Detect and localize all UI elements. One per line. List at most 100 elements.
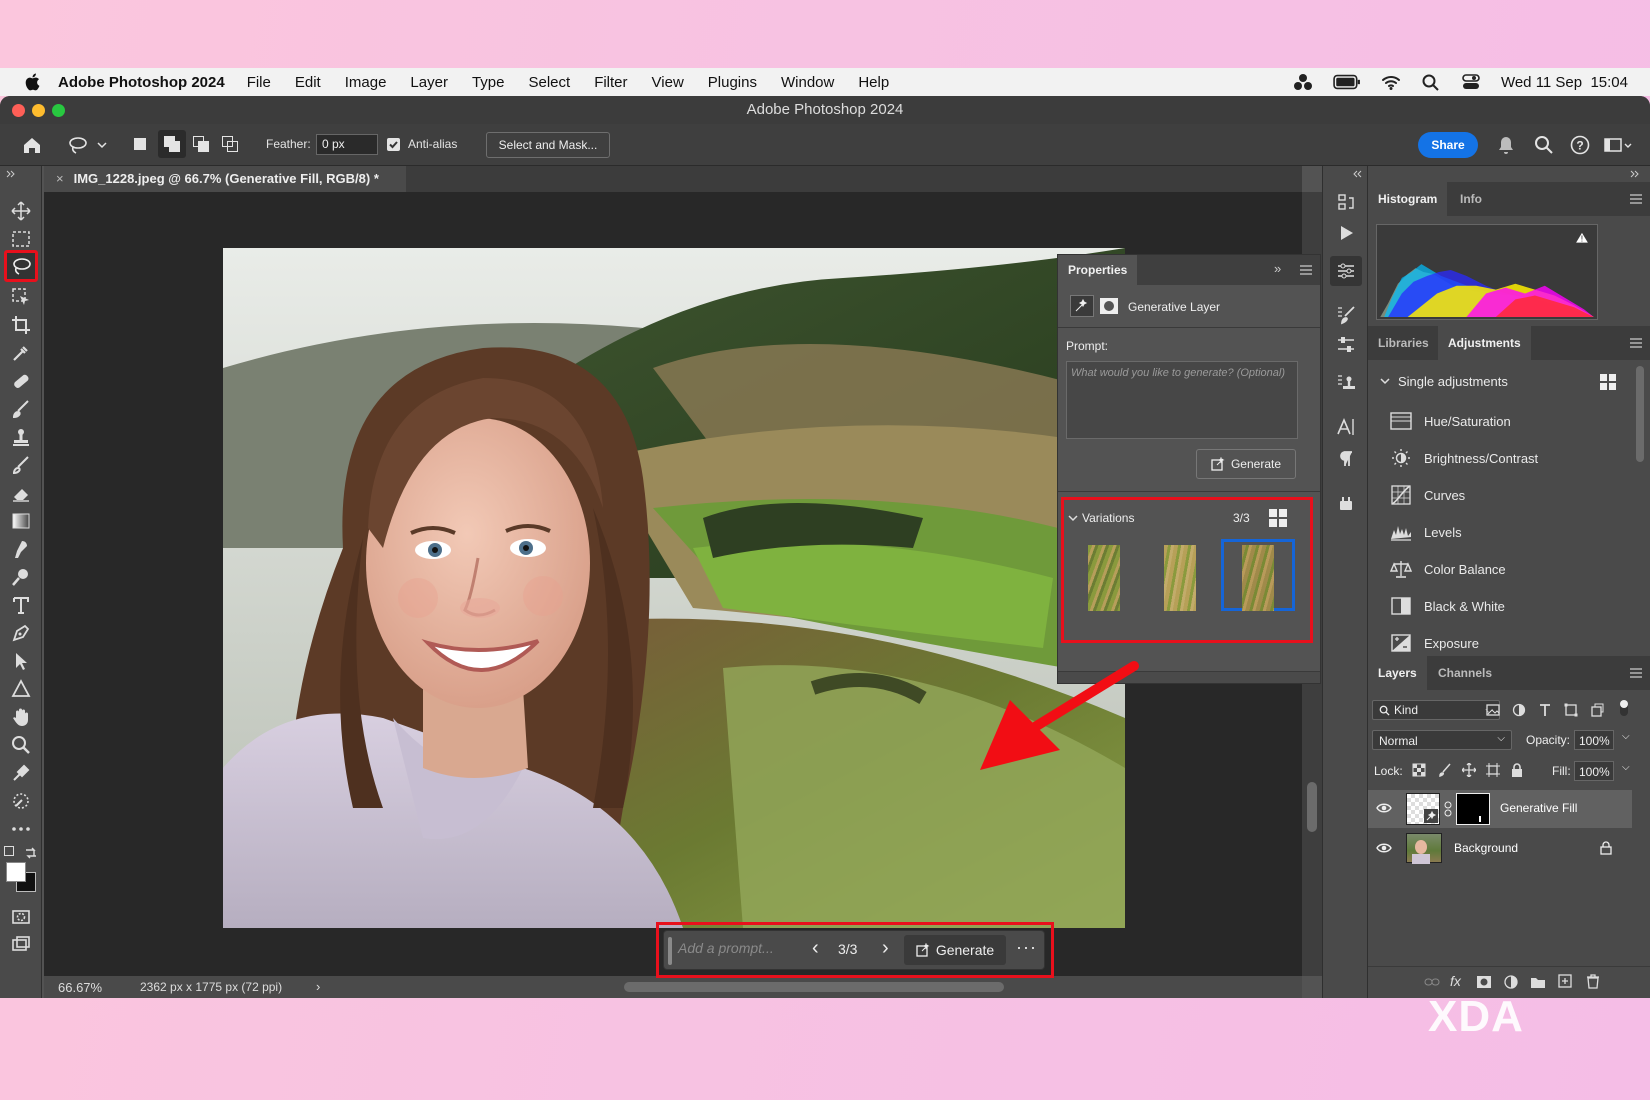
chevron-down-icon[interactable] — [96, 135, 108, 155]
tab-adjustments[interactable]: Adjustments — [1438, 326, 1531, 360]
new-layer-icon[interactable] — [1558, 974, 1572, 988]
collapse-chevron-icon[interactable] — [6, 170, 16, 178]
menu-image[interactable]: Image — [345, 74, 387, 91]
fill-chevron-icon[interactable]: ⌵ — [1622, 762, 1630, 773]
workspace-icon[interactable] — [1604, 135, 1632, 155]
menu-edit[interactable]: Edit — [295, 74, 321, 91]
move-tool[interactable] — [10, 200, 32, 222]
anti-alias-checkbox[interactable] — [387, 138, 400, 151]
document-tab[interactable]: × IMG_1228.jpeg @ 66.7% (Generative Fill,… — [44, 166, 406, 192]
more-options-icon[interactable]: ··· — [1016, 937, 1037, 958]
lock-image-pixels-icon[interactable] — [1438, 763, 1452, 777]
paragraph-panel-icon[interactable] — [1335, 448, 1357, 470]
tab-channels[interactable]: Channels — [1428, 656, 1502, 690]
grid-view-icon[interactable] — [1600, 374, 1616, 390]
lock-all-icon[interactable] — [1510, 763, 1524, 777]
help-icon[interactable]: ? — [1570, 135, 1590, 155]
new-selection-mode-icon[interactable] — [134, 138, 146, 150]
menu-help[interactable]: Help — [858, 74, 889, 91]
panel-menu-icon[interactable] — [1630, 668, 1642, 678]
adjustment-color-balance[interactable]: Color Balance — [1390, 554, 1506, 584]
properties-generate-button[interactable]: Generate — [1196, 449, 1296, 479]
control-center-icon[interactable] — [1461, 73, 1481, 91]
menu-layer[interactable]: Layer — [410, 74, 448, 91]
variation-thumbnail-1[interactable] — [1088, 545, 1120, 611]
layer-name[interactable]: Background — [1454, 841, 1518, 855]
close-window-button[interactable] — [12, 104, 25, 117]
variation-thumbnail-2[interactable] — [1164, 545, 1196, 611]
path-selection-tool[interactable] — [10, 650, 32, 672]
clone-source-icon[interactable] — [1335, 372, 1357, 394]
zoom-tool[interactable] — [10, 734, 32, 756]
clone-stamp-tool[interactable] — [10, 426, 32, 448]
zoom-level[interactable]: 66.67% — [58, 980, 102, 995]
lock-icon[interactable] — [1600, 841, 1612, 855]
blend-mode-select[interactable]: Normal ⌵ — [1372, 730, 1512, 750]
grid-view-icon[interactable] — [1269, 509, 1287, 527]
actions-play-icon[interactable] — [1335, 222, 1357, 244]
tab-histogram[interactable]: Histogram — [1368, 182, 1448, 216]
menubar-app-name[interactable]: Adobe Photoshop 2024 — [58, 74, 225, 91]
filter-shape-icon[interactable] — [1564, 703, 1578, 717]
filter-pixel-icon[interactable] — [1486, 703, 1500, 717]
menubar-datetime[interactable]: Wed 11 Sep 15:04 — [1501, 74, 1628, 91]
bell-icon[interactable] — [1496, 135, 1516, 155]
spotlight-search-icon[interactable] — [1421, 73, 1441, 91]
pen-tool[interactable] — [10, 622, 32, 644]
filter-toggle[interactable] — [1620, 700, 1628, 716]
chevron-down-icon[interactable] — [1068, 513, 1078, 523]
foreground-color-swatch[interactable] — [6, 862, 26, 882]
intersect-selection-mode-icon[interactable] — [222, 136, 238, 152]
object-selection-tool[interactable] — [10, 286, 32, 308]
menu-type[interactable]: Type — [472, 74, 505, 91]
layer-row-background[interactable]: Background — [1368, 830, 1632, 868]
status-chevron-icon[interactable]: › — [316, 979, 320, 994]
add-mask-icon[interactable] — [1476, 975, 1492, 989]
lock-artboard-icon[interactable] — [1486, 763, 1500, 777]
taskbar-drag-handle[interactable] — [668, 937, 672, 965]
healing-brush-tool[interactable] — [10, 370, 32, 392]
collapse-panels-icon[interactable] — [1630, 170, 1640, 178]
fill-input[interactable]: 100% — [1574, 761, 1614, 781]
layer-row-generative-fill[interactable]: Generative Fill — [1368, 790, 1632, 828]
opacity-input[interactable]: 100% — [1574, 730, 1614, 750]
apple-icon[interactable] — [22, 71, 44, 93]
panel-menu-icon[interactable] — [1630, 338, 1642, 348]
character-panel-icon[interactable] — [1335, 416, 1357, 438]
select-and-mask-button[interactable]: Select and Mask... — [486, 132, 610, 158]
eyedropper-tool[interactable] — [10, 342, 32, 364]
wifi-icon[interactable] — [1381, 73, 1401, 91]
single-adjustments-header[interactable]: Single adjustments — [1380, 370, 1620, 392]
next-variation-icon[interactable]: › — [882, 937, 889, 960]
link-layers-icon[interactable] — [1424, 977, 1440, 987]
menu-window[interactable]: Window — [781, 74, 834, 91]
more-tools-icon[interactable] — [10, 818, 32, 840]
layer-name[interactable]: Generative Fill — [1500, 801, 1577, 815]
subtract-selection-mode-icon[interactable] — [193, 136, 209, 152]
quick-mask-icon[interactable] — [10, 906, 32, 928]
adjustment-hue-saturation[interactable]: Hue/Saturation — [1390, 406, 1511, 436]
gradient-tool[interactable] — [10, 510, 32, 532]
remove-tool[interactable] — [10, 790, 32, 812]
filter-type-icon[interactable] — [1538, 703, 1552, 717]
adjustment-black-white[interactable]: Black & White — [1390, 591, 1505, 621]
menu-file[interactable]: File — [247, 74, 271, 91]
smudge-tool[interactable] — [10, 538, 32, 560]
home-icon[interactable] — [22, 135, 42, 155]
prompt-textarea[interactable]: What would you like to generate? (Option… — [1066, 361, 1298, 439]
adjustments-panel-icon-active[interactable] — [1330, 256, 1362, 286]
adjustments-scrollbar[interactable] — [1636, 366, 1644, 462]
zoom-window-button[interactable] — [52, 104, 65, 117]
fx-icon[interactable]: fx — [1450, 973, 1461, 989]
lock-transparent-pixels-icon[interactable] — [1412, 763, 1426, 777]
tab-layers[interactable]: Layers — [1368, 656, 1427, 690]
creative-cloud-icon[interactable] — [1293, 73, 1313, 91]
quick-action-tool[interactable] — [10, 762, 32, 784]
feather-input[interactable]: 0 px — [316, 134, 378, 155]
dodge-tool[interactable] — [10, 566, 32, 588]
panel-menu-icon[interactable] — [1300, 265, 1312, 275]
history-brush-tool[interactable] — [10, 454, 32, 476]
lasso-tool[interactable] — [10, 255, 32, 277]
history-panel-icon[interactable] — [1335, 192, 1357, 214]
menu-plugins[interactable]: Plugins — [708, 74, 757, 91]
